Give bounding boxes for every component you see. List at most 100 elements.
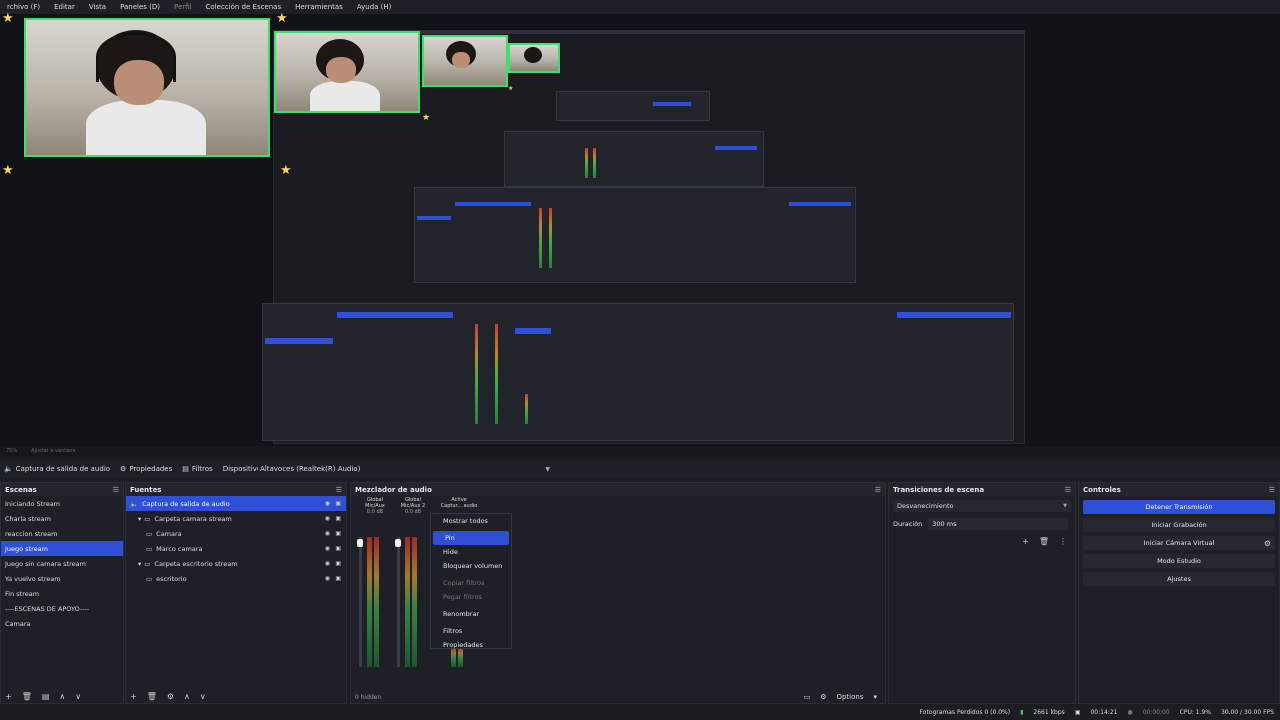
dock-menu-icon[interactable]: ☰ (1269, 486, 1275, 494)
strip-db: 0.0 dB (366, 509, 384, 515)
source-item[interactable]: ▾ ▭ Carpeta escritorio stream ◉ ▣ (126, 556, 346, 571)
live-time: 00:14:21 (1090, 709, 1118, 716)
source-item[interactable]: 🔈 Captura de salida de audio ◉ ▣ (126, 496, 346, 511)
visibility-icon[interactable]: ◉ (325, 545, 330, 552)
fit-to-window[interactable]: Ajustar a ventana (31, 448, 75, 454)
arrow-up-icon[interactable]: ∧ (184, 692, 190, 701)
menu-item[interactable]: Editar (47, 3, 82, 11)
device-select[interactable]: Altavoces (Realtek(R) Audio) ▼ (258, 462, 554, 476)
control-button[interactable]: Iniciar Cámara Virtual ⚙ (1083, 536, 1275, 550)
context-menu-item[interactable]: Bloquear volumen (431, 559, 511, 573)
preview-canvas[interactable]: ★ ★ ★ ★ ★ ★ (0, 12, 1280, 446)
filters-button[interactable]: ▤ Filtros (182, 465, 212, 473)
mixer-layout-icon[interactable]: ▭ (804, 693, 811, 701)
add-icon[interactable]: + (130, 692, 137, 701)
zoom-level[interactable]: 75% (6, 448, 17, 454)
lock-icon[interactable]: ▣ (335, 545, 341, 552)
scene-item[interactable]: Juego sin camara stream (1, 556, 123, 571)
lock-icon[interactable]: ▣ (335, 530, 341, 537)
control-button[interactable]: Ajustes (1083, 572, 1275, 586)
volume-knob[interactable] (395, 539, 401, 547)
menu-item[interactable]: Vista (82, 3, 113, 11)
source-item[interactable]: ▭ Marco camara ◉ ▣ (126, 541, 346, 556)
scene-item[interactable]: reaccion stream (1, 526, 123, 541)
visibility-icon[interactable]: ◉ (325, 530, 330, 537)
arrow-down-icon[interactable]: ∨ (200, 692, 206, 701)
add-icon[interactable]: + (5, 692, 12, 701)
scene-item[interactable]: Iniciando Stream (1, 496, 123, 511)
context-menu-item: Pegar filtros (443, 593, 482, 601)
lock-icon[interactable]: ▣ (335, 575, 341, 582)
fps: 30.00 / 30.00 FPS (1221, 709, 1274, 716)
more-icon[interactable]: ⋮ (1059, 537, 1067, 546)
visibility-icon[interactable]: ◉ (325, 515, 330, 522)
scene-item[interactable]: Camara (1, 616, 123, 631)
context-menu-item[interactable]: Filtros (431, 624, 511, 638)
lock-icon[interactable]: ▣ (335, 515, 341, 522)
lock-icon[interactable]: ▣ (335, 500, 341, 507)
context-menu-item[interactable]: Renombrar (431, 607, 511, 621)
menu-item[interactable]: Ayuda (H) (350, 3, 399, 11)
expand-icon[interactable]: ▾ (138, 515, 141, 523)
trash-icon[interactable]: 🗑 (147, 692, 157, 701)
dock-menu-icon[interactable]: ☰ (1065, 486, 1071, 494)
volume-knob[interactable] (357, 539, 363, 547)
scene-item[interactable]: Fin stream (1, 586, 123, 601)
visibility-icon[interactable]: ◉ (325, 575, 330, 582)
context-menu-item[interactable]: Hide (431, 545, 511, 559)
level-meter (405, 537, 410, 667)
context-menu-item[interactable]: Pin (433, 531, 509, 545)
options-button[interactable]: Options (836, 693, 863, 701)
hidden-count: 0 hidden (355, 694, 382, 701)
expand-icon[interactable]: ▾ (138, 560, 141, 568)
trash-icon[interactable]: 🗑 (22, 692, 32, 701)
camera-icon: ▭ (146, 529, 153, 538)
visibility-icon[interactable]: ◉ (325, 560, 330, 567)
strip-name[interactable]: Captur... audio (431, 503, 487, 509)
lock-icon[interactable]: ▣ (335, 560, 341, 567)
dock-menu-icon[interactable]: ☰ (336, 486, 342, 494)
filter-icon[interactable]: ▤ (42, 692, 50, 701)
properties-button[interactable]: ⚙ Propiedades (120, 465, 172, 473)
visibility-icon[interactable]: ◉ (325, 500, 330, 507)
level-meter (367, 537, 372, 667)
device-value: Altavoces (Realtek(R) Audio) (260, 465, 361, 473)
menu-item[interactable]: Paneles (D) (113, 3, 167, 11)
chevron-down-icon: ▾ (873, 693, 877, 701)
scene-item[interactable]: Charla stream (1, 511, 123, 526)
dock-menu-icon[interactable]: ☰ (875, 486, 881, 494)
transition-select[interactable]: Desvanecimiento ▼ (893, 500, 1071, 512)
context-menu-item[interactable]: Mostrar todos (431, 514, 511, 528)
volume-slider[interactable] (359, 537, 362, 667)
gear-icon[interactable]: ⚙ (1264, 539, 1271, 548)
scene-item[interactable]: ----ESCENAS DE APOYO---- (1, 601, 123, 616)
arrow-up-icon[interactable]: ∧ (59, 692, 65, 701)
scene-item[interactable]: Ya vuelvo stream (1, 571, 123, 586)
menu-item[interactable]: Colección de Escenas (199, 3, 289, 11)
duration-input[interactable]: 300 ms (928, 518, 1069, 530)
context-menu-item[interactable]: Propiedades (431, 638, 511, 652)
menu-item[interactable]: Herramientas (288, 3, 350, 11)
volume-slider[interactable] (397, 537, 400, 667)
add-icon[interactable]: + (1022, 537, 1029, 546)
source-item[interactable]: ▾ ▭ Carpeta camara stream ◉ ▣ (126, 511, 346, 526)
speaker-icon: 🔈 (130, 499, 139, 508)
level-meter (374, 537, 379, 667)
gear-icon[interactable]: ⚙ (167, 692, 174, 701)
menu-item[interactable]: Perfil (167, 3, 199, 11)
source-item[interactable]: ▭ Camara ◉ ▣ (126, 526, 346, 541)
mixer-strip: Global Mic/Aux 0.0 dB (355, 497, 395, 687)
transitions-dock: Transiciones de escena ☰ Desvanecimiento … (888, 482, 1076, 704)
menu-item[interactable]: rchivo (F) (0, 3, 47, 11)
source-label: Camara (156, 529, 182, 538)
source-item[interactable]: ▭ escritorio ◉ ▣ (126, 571, 346, 586)
dock-menu-icon[interactable]: ☰ (113, 486, 119, 494)
control-button[interactable]: Detener Transmisión (1083, 500, 1275, 514)
control-button[interactable]: Modo Estudio (1083, 554, 1275, 568)
control-button[interactable]: Iniciar Grabación (1083, 518, 1275, 532)
gear-icon[interactable]: ⚙ (820, 693, 826, 701)
scene-item[interactable]: Juego stream (1, 541, 123, 556)
trash-icon[interactable]: 🗑 (1039, 537, 1049, 546)
scene-label: Fin stream (5, 589, 40, 598)
arrow-down-icon[interactable]: ∨ (75, 692, 81, 701)
